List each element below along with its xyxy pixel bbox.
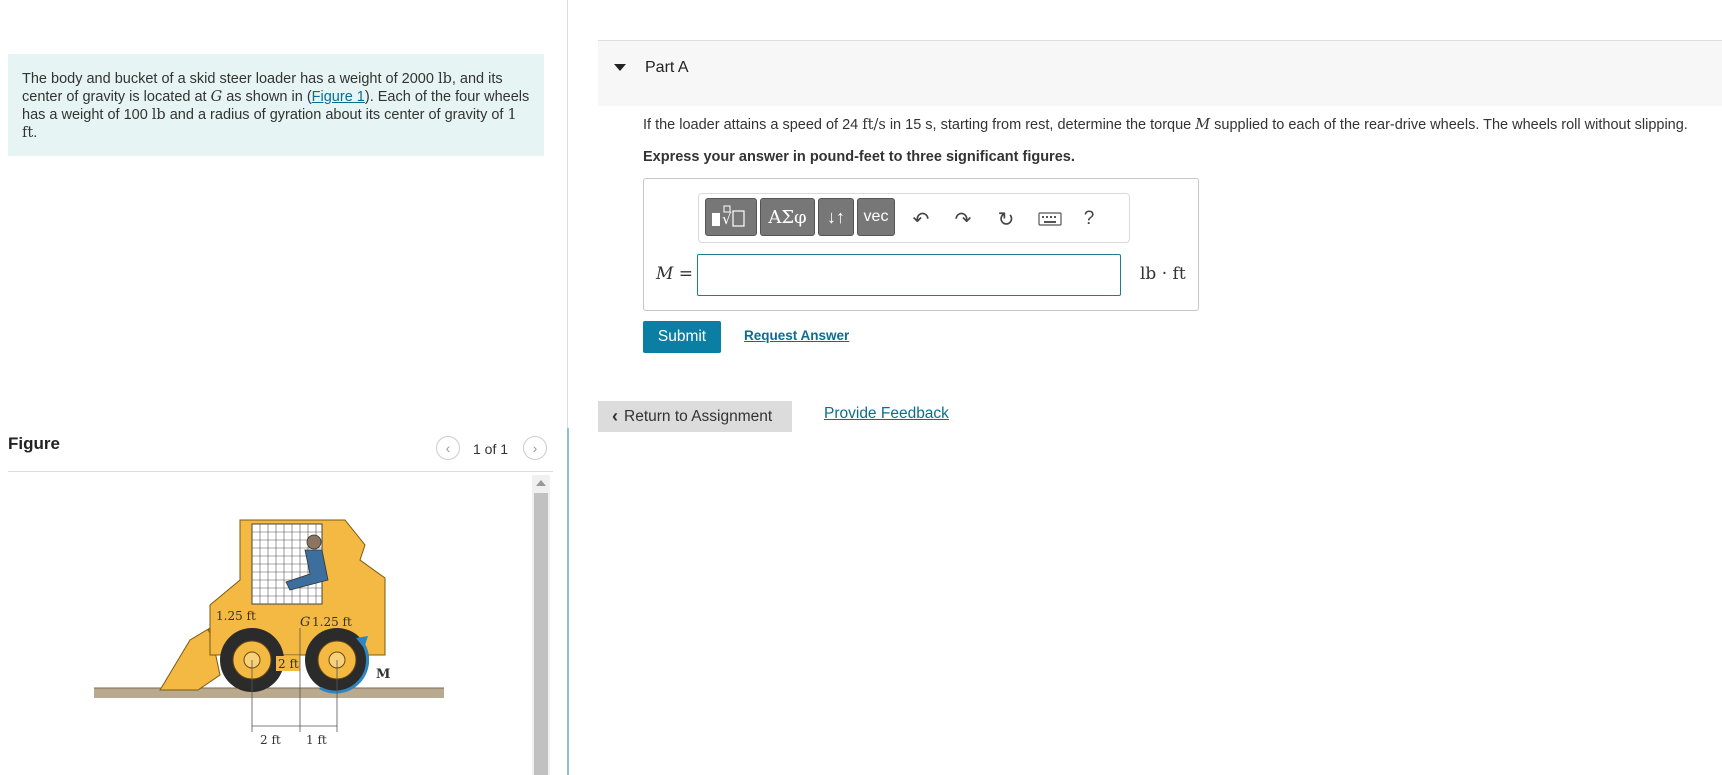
provide-feedback-link[interactable]: Provide Feedback [824, 405, 949, 423]
problem-text-1: The body and bucket of a skid steer load… [22, 71, 438, 87]
arrows-button[interactable]: ↓↑ [818, 198, 854, 236]
redo-icon[interactable]: ↷ [950, 206, 976, 232]
weight-unit: lb [437, 71, 452, 87]
help-button[interactable]: ? [1076, 206, 1102, 232]
caret-down-icon[interactable] [614, 64, 626, 71]
operator-head [306, 534, 322, 550]
figure-counter: 1 of 1 [473, 441, 509, 457]
dim-bottom-right: 1 ft [306, 733, 327, 747]
scrollbar-thumb[interactable] [534, 493, 548, 775]
g-label: G [300, 615, 310, 630]
keyboard-icon[interactable] [1037, 206, 1063, 232]
problem-statement: The body and bucket of a skid steer load… [8, 54, 544, 156]
dim-top-left: 1.25 ft [216, 609, 256, 623]
reset-icon[interactable]: ↻ [993, 206, 1019, 232]
part-title: Part A [645, 59, 689, 76]
dim-top-right: 1.25 ft [312, 615, 352, 629]
part-a-header[interactable]: Part A [598, 41, 1722, 106]
answer-input[interactable] [697, 254, 1121, 296]
answer-label-text: M = [656, 264, 694, 284]
dim-vertical: 2 ft [278, 657, 299, 671]
figure-next-button[interactable]: › [523, 436, 547, 460]
chevron-left-icon: ‹ [612, 406, 618, 426]
return-label: Return to Assignment [624, 407, 773, 425]
answer-unit: lb · ft [1140, 264, 1186, 284]
submit-button[interactable]: Submit [643, 321, 721, 353]
keyboard-glyph [1038, 212, 1062, 226]
dim-bottom-left: 2 ft [260, 733, 281, 747]
g-symbol: G [210, 89, 223, 105]
torque-symbol: M [1195, 117, 1211, 133]
return-to-assignment-button[interactable]: ‹ Return to Assignment [598, 401, 792, 432]
figure-prev-button[interactable]: ‹ [436, 436, 460, 460]
figure-link[interactable]: Figure 1 [312, 89, 365, 105]
speed-unit: ft/s [862, 117, 886, 133]
wheel-unit: lb [151, 107, 166, 123]
vec-button[interactable]: vec [857, 198, 895, 236]
problem-text-6: . [33, 125, 38, 141]
skid-steer-loader-figure: 1.25 ft G 1.25 ft M 2 ft 2 ft 1 ft [94, 519, 444, 747]
templates-icon: √ [712, 205, 745, 228]
question-text-1: If the loader attains a speed of 24 [643, 117, 863, 133]
math-toolbar: √ ΑΣφ ↓↑ vec ↶ ↷ ↻ ? [698, 193, 1130, 243]
scroll-up-icon[interactable] [536, 480, 546, 486]
chevron-right-icon: › [532, 440, 538, 456]
panel-divider-accent [567, 428, 569, 775]
figure-title: Figure [8, 434, 60, 453]
svg-text:√: √ [722, 210, 732, 228]
problem-text-5: and a radius of gyration about its cente… [165, 107, 508, 123]
problem-text-3: as shown in ( [222, 89, 312, 105]
figure-divider [8, 471, 553, 472]
greek-symbols-button[interactable]: ΑΣφ [760, 198, 815, 236]
request-answer-link[interactable]: Request Answer [744, 328, 849, 343]
figure-scrollbar[interactable] [532, 475, 550, 775]
templates-button[interactable]: √ [705, 198, 757, 236]
question-text: If the loader attains a speed of 24 ft/s… [643, 117, 1688, 133]
moment-label: M [376, 667, 390, 682]
undo-icon[interactable]: ↶ [908, 206, 934, 232]
chevron-left-icon: ‹ [445, 440, 451, 456]
question-text-3: supplied to each of the rear-drive wheel… [1210, 117, 1688, 133]
instruction-text: Express your answer in pound-feet to thr… [643, 149, 1075, 165]
answer-label: M = [656, 264, 693, 284]
ground [94, 688, 444, 698]
question-text-2: in 15 s, starting from rest, determine t… [885, 117, 1196, 133]
